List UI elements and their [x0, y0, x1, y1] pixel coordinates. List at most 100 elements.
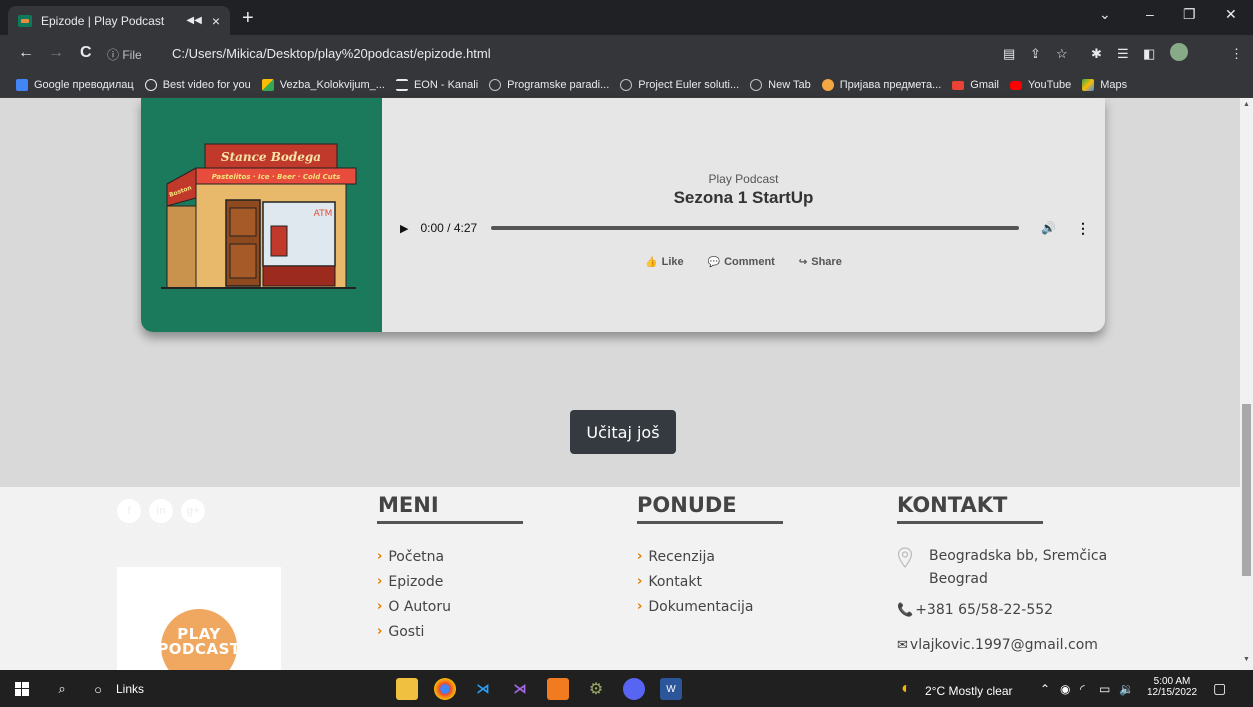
footer-menu-title: MENI	[378, 493, 439, 517]
footer-link-epizode[interactable]: › Epizode	[377, 569, 451, 594]
bookmark-item[interactable]: Пријава предмета...	[821, 79, 941, 91]
wifi-icon[interactable]: ◜	[1080, 682, 1085, 696]
envelope-icon: ✉	[897, 637, 908, 653]
footer-offers-divider	[637, 521, 783, 524]
scroll-up-icon[interactable]: ▲	[1243, 101, 1250, 108]
atm-text: ATM	[314, 209, 333, 219]
tab-search-icon[interactable]: ⌄	[1099, 6, 1111, 23]
chrome-icon[interactable]	[434, 678, 456, 700]
bookmark-item[interactable]: YouTube	[1010, 79, 1071, 91]
tab-close-icon[interactable]: ×	[212, 13, 220, 29]
play-icon[interactable]: ▶	[400, 222, 408, 235]
clock[interactable]: 5:00 AM 12/15/2022	[1147, 676, 1197, 698]
taskbar-search-label[interactable]: Links	[116, 676, 144, 702]
reload-icon[interactable]: C	[80, 44, 92, 62]
drive-bookmark-icon	[261, 79, 274, 91]
links-circle-icon[interactable]: ○	[88, 676, 108, 702]
bookmark-item[interactable]: Best video for you	[144, 79, 251, 91]
maximize-icon[interactable]: ❐	[1183, 6, 1196, 23]
minimize-icon[interactable]: –	[1146, 6, 1154, 22]
address-bar-input[interactable]: C:/Users/Mikica/Desktop/play%20podcast/e…	[172, 46, 491, 61]
bookmark-item[interactable]: Gmail	[952, 79, 999, 91]
scrollbar-thumb[interactable]	[1242, 404, 1251, 576]
footer-link-kontakt[interactable]: › Kontakt	[637, 569, 754, 594]
footer-link-o-autoru[interactable]: › O Autoru	[377, 594, 451, 619]
bookmark-item[interactable]: Programske paradi...	[489, 79, 609, 91]
bookmark-item[interactable]: EON - Kanali	[395, 79, 478, 91]
page-scrollbar[interactable]	[1240, 98, 1253, 670]
reading-list-icon[interactable]: ☰	[1117, 46, 1129, 62]
share-page-icon[interactable]: ⇪	[1030, 46, 1041, 62]
word-icon[interactable]: W	[660, 678, 682, 700]
file-explorer-icon[interactable]	[396, 678, 418, 700]
bookmark-item[interactable]: Project Euler soluti...	[620, 79, 739, 91]
chevron-right-icon: ›	[637, 574, 643, 589]
footer-offers-title: PONUDE	[637, 493, 737, 517]
facebook-icon[interactable]: f	[117, 499, 141, 523]
bookmarks-bar: Google преводилац Best video for you Vez…	[0, 73, 1253, 98]
profile-avatar[interactable]	[1170, 43, 1188, 61]
battery-icon[interactable]: ▭	[1099, 682, 1110, 696]
student-bookmark-icon	[821, 79, 834, 91]
audio-progress-slider[interactable]	[491, 226, 1020, 230]
volume-icon[interactable]: 🔊	[1041, 221, 1056, 235]
weather-moon-icon[interactable]: ◐	[896, 676, 916, 702]
chevron-right-icon: ›	[377, 549, 383, 564]
windows-start-icon[interactable]	[12, 676, 32, 702]
footer-contact-title: KONTAKT	[897, 493, 1008, 517]
extensions-icon[interactable]: ✱	[1091, 46, 1102, 62]
globe-bookmark-icon	[750, 79, 763, 91]
comment-button[interactable]: 💬 Comment	[708, 256, 775, 268]
audio-options-icon[interactable]: ⋮	[1076, 220, 1090, 237]
tray-chevron-icon[interactable]: ⌃	[1040, 682, 1050, 696]
thumbs-up-icon: 👍	[645, 256, 658, 268]
vscode-icon[interactable]: ⋊	[472, 678, 494, 700]
share-button[interactable]: ↪ Share	[799, 256, 842, 268]
footer-logo: PLAY PODCAST	[117, 567, 281, 670]
network-icon[interactable]: ◉	[1060, 682, 1070, 696]
episode-card: Stance Bodega Pastelitos · Ice · Beer · …	[141, 98, 1105, 332]
footer-link-dokumentacija[interactable]: › Dokumentacija	[637, 594, 754, 619]
speaker-tray-icon[interactable]: 🔉	[1119, 682, 1134, 696]
bookmark-item[interactable]: Google преводилац	[16, 79, 134, 91]
gmail-icon	[952, 80, 965, 90]
bookmark-item[interactable]: Maps	[1082, 79, 1127, 91]
footer-contact-divider	[897, 521, 1043, 524]
site-info-icon[interactable]: ⓘ File	[107, 46, 142, 63]
search-icon[interactable]: ⌕	[52, 676, 72, 702]
like-button[interactable]: 👍 Like	[645, 256, 683, 268]
scroll-down-icon[interactable]: ▼	[1243, 656, 1250, 663]
maps-icon	[1082, 79, 1095, 91]
footer-link-recenzija[interactable]: › Recenzija	[637, 544, 754, 569]
translate-icon[interactable]: ▤	[1003, 46, 1015, 62]
new-tab-button[interactable]: +	[242, 6, 254, 30]
xampp-icon[interactable]	[547, 678, 569, 700]
close-window-icon[interactable]: ✕	[1225, 6, 1237, 23]
logo-text: PLAY PODCAST	[157, 625, 241, 658]
bookmark-star-icon[interactable]: ☆	[1056, 46, 1068, 62]
weather-text[interactable]: 2°C Mostly clear	[925, 684, 1013, 698]
circle-bookmark-icon	[144, 79, 157, 91]
bookmark-item[interactable]: Vezba_Kolokvijum_...	[261, 79, 385, 91]
tab-title: Epizode | Play Podcast	[41, 13, 165, 28]
footer-link-gosti[interactable]: › Gosti	[377, 619, 451, 644]
footer-link-pocetna[interactable]: › Početna	[377, 544, 451, 569]
google-plus-icon[interactable]: g+	[181, 499, 205, 523]
back-arrow-icon[interactable]: ←	[18, 44, 34, 62]
browser-tab[interactable]: Epizode | Play Podcast ◀◀ ×	[8, 6, 230, 35]
load-more-button[interactable]: Učitaj još	[570, 410, 676, 454]
notifications-icon[interactable]: ▢	[1213, 680, 1226, 697]
side-panel-icon[interactable]: ◧	[1143, 46, 1155, 62]
settings-gear-icon[interactable]: ⚙	[585, 678, 607, 700]
podcast-favicon-icon	[18, 14, 32, 27]
discord-icon[interactable]	[623, 678, 645, 700]
visual-studio-icon[interactable]: ⋊	[509, 678, 531, 700]
contact-email[interactable]: ✉ vlajkovic.1997@gmail.com	[897, 637, 1098, 653]
speaker-icon[interactable]: ◀◀	[186, 15, 201, 26]
linkedin-icon[interactable]: in	[149, 499, 173, 523]
forward-arrow-icon[interactable]: →	[48, 44, 64, 62]
menu-kebab-icon[interactable]: ⋮	[1230, 46, 1243, 62]
audio-player: ▶ 0:00 / 4:27 🔊 ⋮	[400, 218, 1090, 238]
bookmark-item[interactable]: New Tab	[750, 79, 811, 91]
episode-image: Stance Bodega Pastelitos · Ice · Beer · …	[141, 98, 391, 332]
